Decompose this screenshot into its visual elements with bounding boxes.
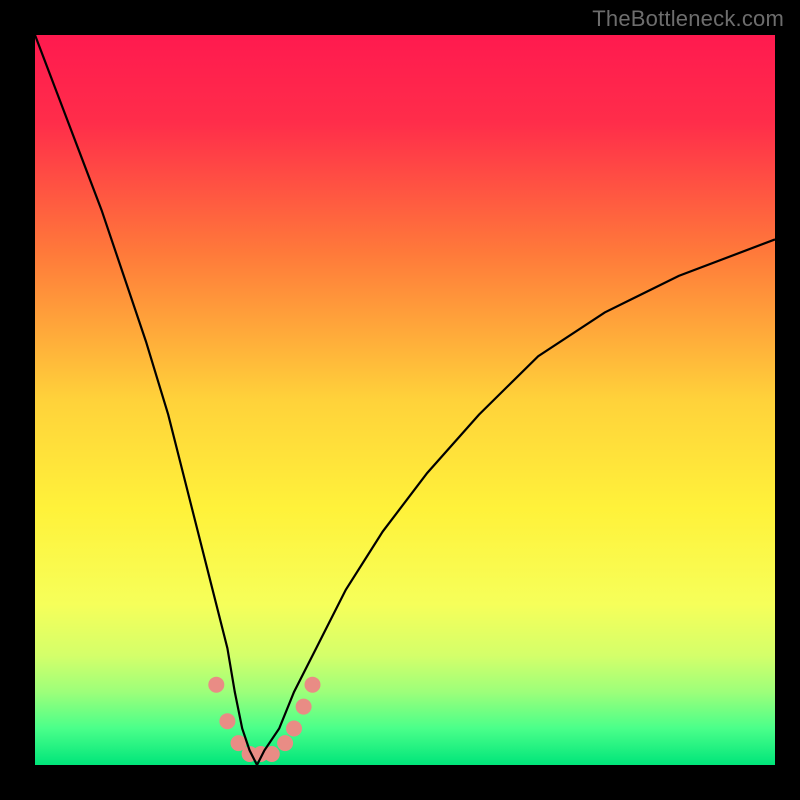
plot-area	[35, 35, 775, 765]
curve-layer	[35, 35, 775, 765]
marker-point	[305, 677, 321, 693]
watermark-text: TheBottleneck.com	[592, 6, 784, 32]
marker-point	[286, 721, 302, 737]
marker-point	[208, 677, 224, 693]
bottleneck-curve	[35, 35, 775, 765]
marker-point	[219, 713, 235, 729]
chart-frame: TheBottleneck.com	[0, 0, 800, 800]
marker-point	[296, 699, 312, 715]
marker-point	[277, 735, 293, 751]
